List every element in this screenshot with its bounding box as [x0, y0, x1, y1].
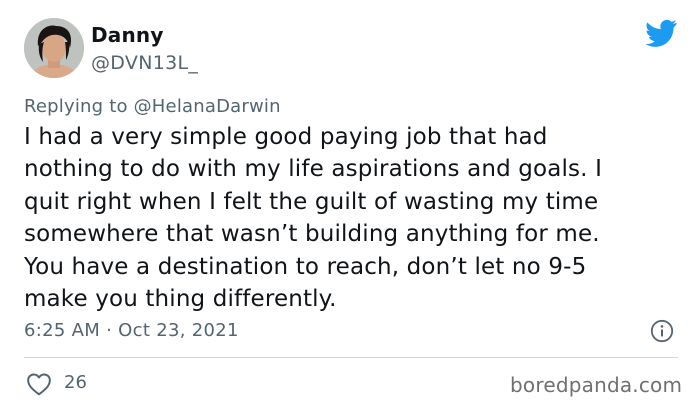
- user-avatar-photo: [24, 18, 84, 78]
- reply-context: Replying to @HelanaDarwin: [24, 94, 281, 120]
- avatar[interactable]: [24, 18, 84, 78]
- reply-mention-link[interactable]: @HelanaDarwin: [134, 96, 281, 117]
- reply-prefix: Replying to: [24, 96, 128, 117]
- tweet-text: I had a very simple good paying job that…: [24, 124, 603, 313]
- tweet-timestamp[interactable]: 6:25 AM · Oct 23, 2021: [24, 319, 239, 343]
- heart-icon[interactable]: [26, 372, 52, 396]
- divider: [24, 357, 678, 358]
- info-icon-graphic: [650, 319, 674, 343]
- twitter-bird-icon[interactable]: [645, 19, 677, 47]
- twitter-bird-icon-graphic: [645, 19, 677, 47]
- user-handle[interactable]: @DVN13L_: [91, 50, 198, 76]
- watermark: boredpanda.com: [510, 373, 683, 397]
- display-name[interactable]: Danny: [91, 22, 164, 48]
- like-count: 26: [64, 372, 87, 393]
- info-icon[interactable]: [650, 319, 674, 343]
- heart-icon-graphic: [27, 373, 51, 396]
